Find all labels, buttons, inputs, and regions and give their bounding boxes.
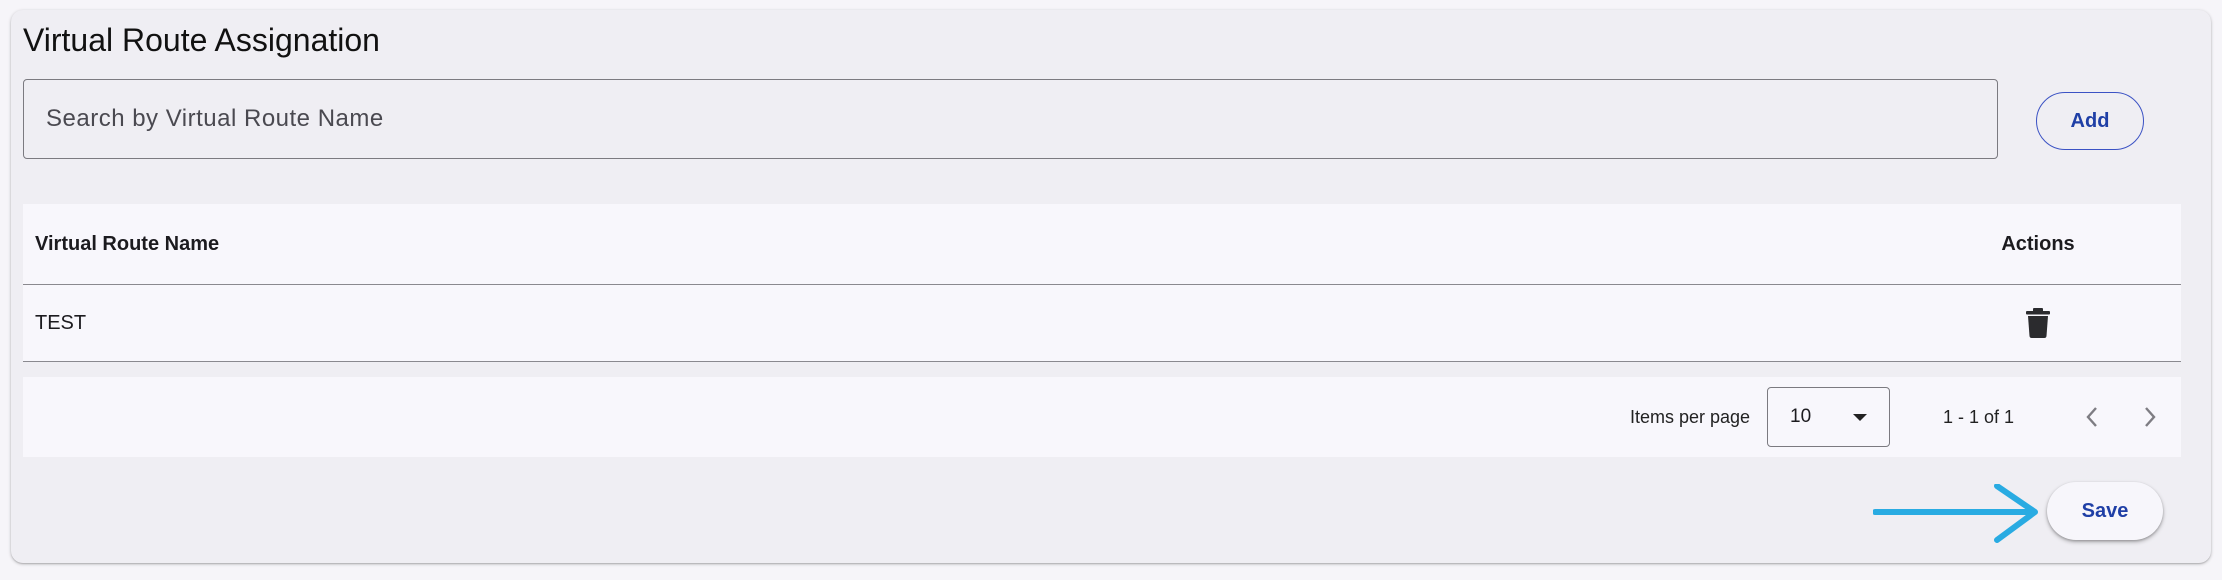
column-header-actions: Actions (2001, 232, 2075, 255)
chevron-right-icon (2145, 407, 2156, 427)
page-title: Virtual Route Assignation (23, 22, 380, 58)
caret-down-icon (1853, 414, 1867, 421)
items-per-page-select[interactable]: 10 (1767, 387, 1890, 447)
next-page-button[interactable] (2130, 397, 2170, 437)
search-input[interactable] (24, 80, 1997, 158)
previous-page-button[interactable] (2072, 397, 2112, 437)
virtual-route-name-cell: TEST (35, 311, 87, 334)
page-range-label: 1 - 1 of 1 (1943, 406, 2015, 427)
search-field[interactable] (23, 79, 1998, 159)
items-per-page-value: 10 (1790, 406, 1812, 427)
items-per-page-label: Items per page (1630, 406, 1751, 427)
column-header-virtual-route-name: Virtual Route Name (35, 232, 220, 255)
paginator: Items per page 10 1 - 1 of 1 (23, 377, 2181, 457)
chevron-left-icon (2086, 407, 2097, 427)
add-button[interactable]: Add (2036, 92, 2144, 150)
virtual-routes-table: Virtual Route Name Actions TEST (23, 204, 2181, 362)
table-header-row: Virtual Route Name Actions (23, 204, 2181, 285)
table-row: TEST (23, 285, 2181, 362)
delete-icon[interactable] (2025, 308, 2051, 338)
save-button[interactable]: Save (2047, 482, 2163, 540)
arrow-right-icon (1873, 484, 2038, 543)
actions-cell (1983, 285, 2093, 361)
